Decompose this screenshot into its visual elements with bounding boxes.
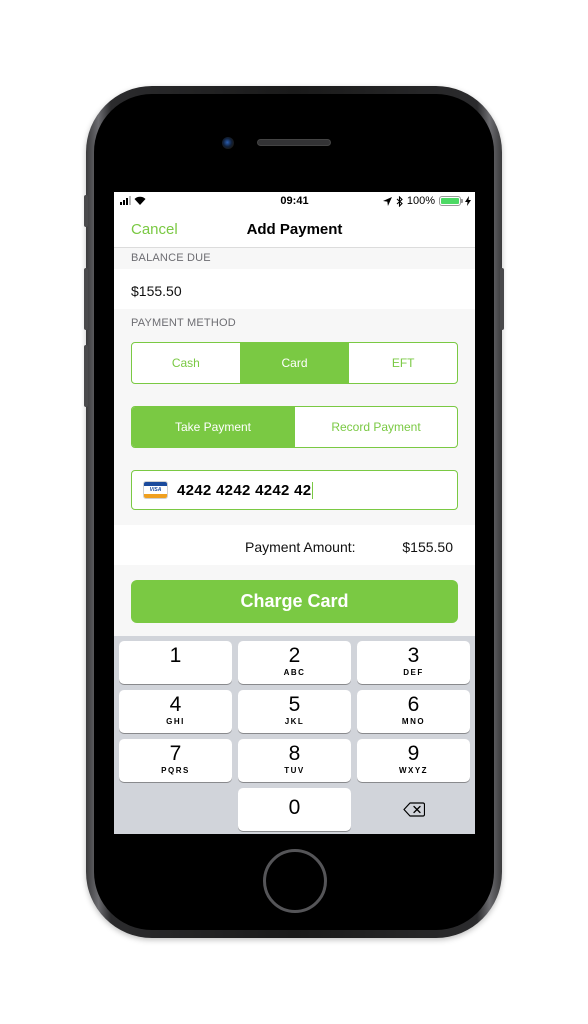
key-1[interactable]: 1 (119, 641, 232, 684)
charging-icon (465, 196, 471, 206)
card-number-value: 4242 4242 4242 42 (177, 481, 312, 499)
key-4[interactable]: 4 GHI (119, 690, 232, 733)
card-number-input[interactable]: VISA 4242 4242 4242 42 (131, 470, 458, 510)
front-camera (222, 137, 234, 149)
text-cursor (312, 481, 314, 499)
home-button[interactable] (263, 849, 327, 913)
power-button (500, 268, 504, 330)
earpiece-speaker (257, 139, 331, 146)
status-bar: 09:41 100% (114, 192, 475, 210)
balance-due-row: $155.50 (114, 269, 475, 309)
record-payment-tab[interactable]: Record Payment (294, 407, 457, 447)
balance-due-value: $155.50 (131, 283, 182, 299)
visa-card-icon: VISA (143, 481, 168, 499)
volume-up-button (84, 268, 88, 330)
take-payment-tab[interactable]: Take Payment (132, 407, 294, 447)
page-title: Add Payment (246, 221, 343, 238)
numeric-keypad: 1 2 ABC 3 DEF 4 GHI 5 JKL 6 MNO 7 PQRS 8 (114, 636, 475, 834)
payment-mode-selector: Take Payment Record Payment (131, 406, 458, 448)
screen: 09:41 100% Cancel Add Payment BALANCE DU… (114, 192, 475, 834)
key-9[interactable]: 9 WXYZ (357, 739, 470, 782)
balance-due-header: BALANCE DUE (131, 252, 211, 264)
charge-card-button[interactable]: Charge Card (131, 580, 458, 623)
backspace-icon (402, 802, 425, 817)
status-right: 100% (382, 195, 471, 207)
payment-amount-row: Payment Amount: $155.50 (114, 525, 475, 565)
payment-method-cash[interactable]: Cash (132, 343, 240, 383)
payment-amount-value: $155.50 (402, 539, 453, 555)
key-6[interactable]: 6 MNO (357, 690, 470, 733)
bluetooth-icon (396, 195, 403, 207)
payment-method-eft[interactable]: EFT (348, 343, 457, 383)
battery-percent: 100% (406, 195, 435, 207)
mute-switch (84, 195, 88, 227)
key-3[interactable]: 3 DEF (357, 641, 470, 684)
battery-icon (439, 196, 463, 206)
payment-amount-label: Payment Amount: (245, 539, 356, 555)
key-0[interactable]: 0 (238, 788, 351, 831)
payment-method-header: PAYMENT METHOD (131, 317, 236, 329)
key-7[interactable]: 7 PQRS (119, 739, 232, 782)
key-8[interactable]: 8 TUV (238, 739, 351, 782)
key-5[interactable]: 5 JKL (238, 690, 351, 733)
location-icon (382, 196, 392, 206)
delete-key[interactable] (357, 788, 470, 831)
payment-method-selector: Cash Card EFT (131, 342, 458, 384)
volume-down-button (84, 345, 88, 407)
navigation-bar: Cancel Add Payment (114, 210, 475, 248)
key-2[interactable]: 2 ABC (238, 641, 351, 684)
payment-method-card[interactable]: Card (239, 343, 349, 383)
